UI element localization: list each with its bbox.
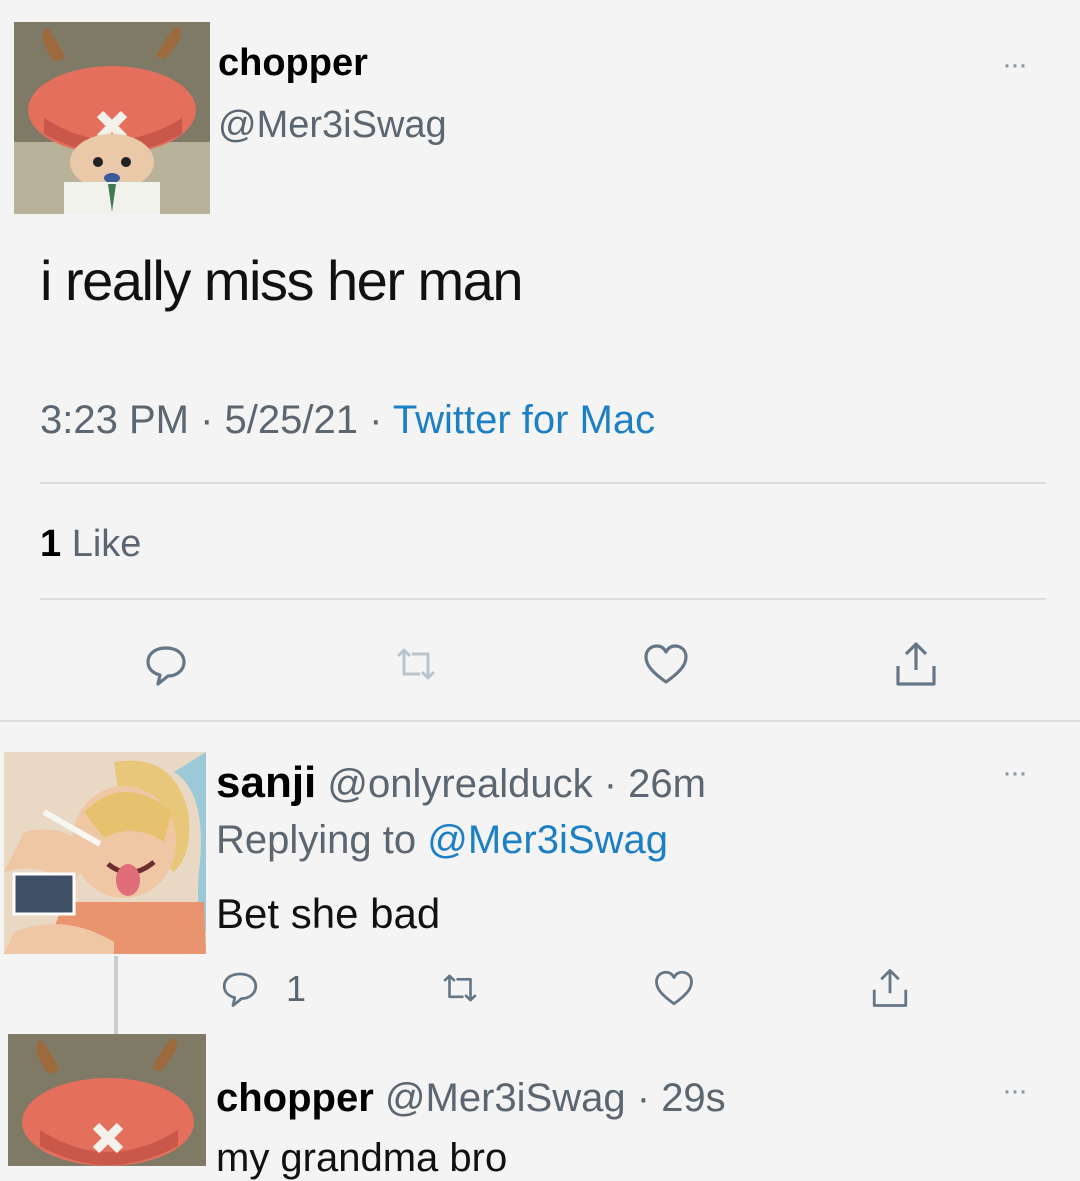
replying-handle-link[interactable]: @Mer3iSwag	[427, 818, 668, 862]
reply-icon	[222, 972, 258, 1007]
tweet-time: 3:23 PM	[40, 398, 189, 442]
likes-label: Like	[71, 523, 142, 565]
divider	[40, 482, 1046, 484]
second-reply-age: 29s	[661, 1076, 726, 1120]
likes-summary[interactable]: 1 Like	[40, 523, 141, 566]
tweet-text: i really miss her man	[40, 249, 523, 312]
divider	[40, 598, 1046, 600]
like-icon	[644, 644, 688, 684]
reply-button[interactable]	[210, 958, 270, 1018]
likes-count: 1	[40, 523, 62, 565]
tweet-date: 5/25/21	[224, 398, 359, 442]
more-icon[interactable]: ···	[1002, 50, 1028, 80]
like-button[interactable]	[636, 634, 696, 694]
second-reply-author-name[interactable]: chopper	[216, 1076, 374, 1120]
reply-button[interactable]	[136, 634, 196, 694]
sanji-avatar-image	[4, 752, 206, 954]
share-button[interactable]	[886, 634, 946, 694]
second-reply-header: chopper @Mer3iSwag · 29s	[216, 1076, 726, 1121]
reply-icon	[146, 646, 186, 686]
reply-count: 1	[286, 968, 307, 1009]
avatar-chopper[interactable]	[8, 1034, 206, 1166]
main-author-name[interactable]: chopper	[218, 42, 368, 85]
second-reply-text: my grandma bro	[216, 1136, 508, 1180]
meta-separator: ·	[636, 1076, 651, 1120]
like-icon	[655, 970, 693, 1006]
more-icon[interactable]: ···	[1002, 1076, 1028, 1106]
meta-separator: ·	[200, 398, 214, 442]
share-icon	[872, 969, 908, 1007]
second-reply-author-handle[interactable]: @Mer3iSwag	[385, 1076, 626, 1120]
share-button[interactable]	[860, 958, 920, 1018]
replying-to: Replying to @Mer3iSwag	[216, 818, 668, 863]
tweet-source-link[interactable]: Twitter for Mac	[393, 398, 655, 442]
reply-author-handle[interactable]: @onlyrealduck	[327, 762, 592, 806]
avatar-sanji[interactable]	[4, 752, 206, 954]
retweet-icon	[443, 974, 477, 1002]
main-author-handle[interactable]: @Mer3iSwag	[218, 104, 447, 147]
retweet-button[interactable]	[430, 958, 490, 1018]
meta-separator: ·	[369, 398, 383, 442]
chopper-avatar-image	[14, 22, 210, 214]
avatar-chopper[interactable]	[14, 22, 210, 214]
retweet-button[interactable]	[386, 634, 446, 694]
retweet-icon	[396, 648, 436, 680]
reply-author-name[interactable]: sanji	[216, 758, 316, 807]
replying-prefix: Replying to	[216, 818, 417, 862]
more-icon[interactable]: ···	[1002, 758, 1028, 788]
thread-connector-line	[114, 956, 118, 1036]
reply-header: sanji @onlyrealduck · 26m	[216, 758, 706, 808]
reply-text: Bet she bad	[216, 890, 441, 937]
reply-age: 26m	[628, 762, 706, 806]
tweet-meta: 3:23 PM · 5/25/21 · Twitter for Mac	[40, 398, 655, 443]
chopper-avatar-image	[8, 1034, 206, 1166]
meta-separator: ·	[603, 762, 618, 806]
share-icon	[896, 642, 936, 686]
divider	[0, 720, 1080, 722]
like-button[interactable]	[644, 958, 704, 1018]
